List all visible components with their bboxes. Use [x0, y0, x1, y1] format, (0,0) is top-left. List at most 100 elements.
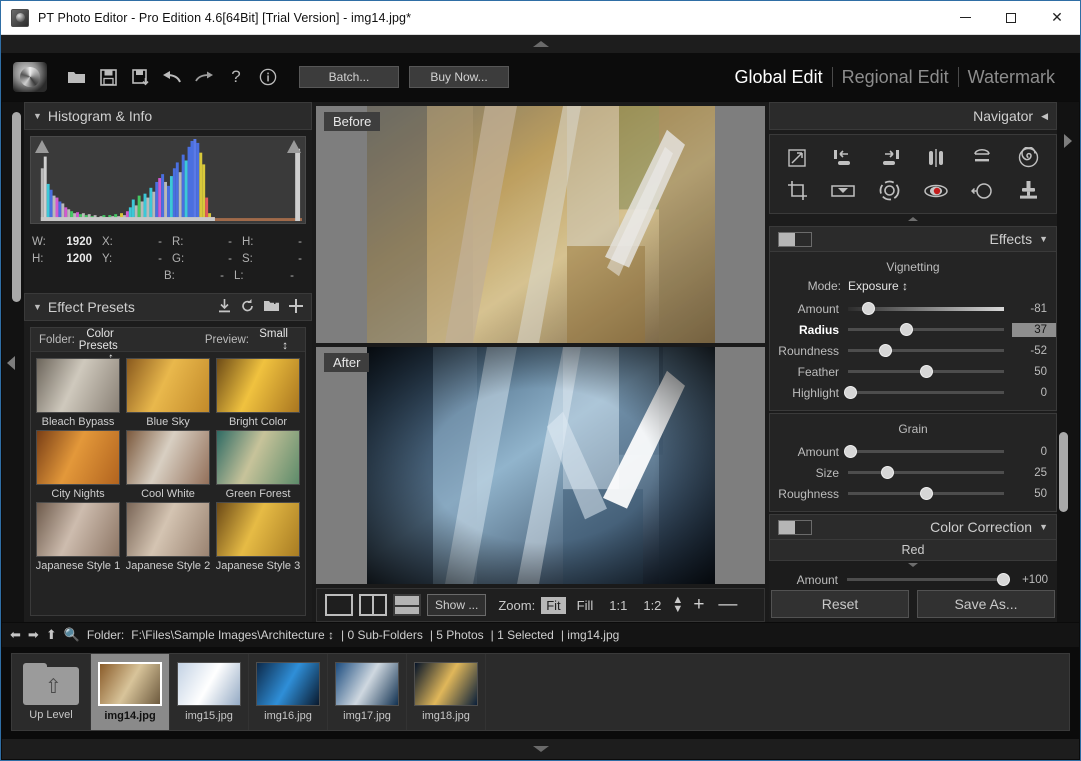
info-icon[interactable]	[253, 62, 283, 92]
histogram-panel-header[interactable]: ▼ Histogram & Info	[24, 102, 312, 130]
save-as-button[interactable]: Save As...	[917, 590, 1055, 618]
slider-knob[interactable]	[920, 487, 933, 500]
filmstrip-item[interactable]: img18.jpg	[407, 654, 486, 730]
add-icon[interactable]	[289, 298, 303, 316]
preset-thumbnail[interactable]	[126, 358, 210, 413]
zoom-stepper[interactable]: ▲ ▼	[672, 595, 683, 615]
flip-horizontal-icon[interactable]	[919, 144, 953, 172]
right-gutter[interactable]	[1057, 102, 1079, 622]
before-preview-pane[interactable]: Before	[316, 106, 765, 343]
tab-global-edit[interactable]: Global Edit	[726, 67, 832, 87]
redo-icon[interactable]	[189, 62, 219, 92]
tab-regional-edit[interactable]: Regional Edit	[831, 67, 958, 87]
slider-track[interactable]	[843, 386, 1004, 399]
crop-icon[interactable]	[780, 177, 814, 205]
chevron-down-icon[interactable]	[908, 563, 918, 567]
undo-icon[interactable]	[157, 62, 187, 92]
filmstrip-item[interactable]: img17.jpg	[328, 654, 407, 730]
slider-track[interactable]	[848, 301, 1004, 315]
preset-thumbnail[interactable]	[36, 430, 120, 485]
clone-stamp-icon[interactable]	[1012, 177, 1046, 205]
filmstrip-thumbnail[interactable]	[98, 662, 162, 706]
slider-knob[interactable]	[997, 573, 1011, 586]
color-channel-label[interactable]: Red	[769, 540, 1057, 561]
zoom-fill-button[interactable]: Fill	[572, 597, 599, 614]
effects-panel-header[interactable]: Effects ▼	[769, 226, 1057, 252]
preset-item[interactable]: Bleach Bypass	[35, 358, 121, 428]
navigator-panel-header[interactable]: Navigator ◀	[769, 102, 1057, 130]
top-collapse-strip[interactable]	[1, 35, 1080, 53]
slider-track[interactable]	[848, 344, 1004, 357]
preset-item[interactable]: Cool White	[125, 430, 211, 500]
histogram-highlight-clip-icon[interactable]	[287, 140, 301, 153]
slider-knob[interactable]	[843, 445, 857, 458]
preset-item[interactable]: Bright Color	[215, 358, 301, 428]
rotate-right-icon[interactable]	[873, 144, 907, 172]
preset-item[interactable]: Blue Sky	[125, 358, 211, 428]
preset-thumbnail[interactable]	[216, 430, 300, 485]
slider-knob[interactable]	[843, 386, 857, 399]
layout-two-up-icon[interactable]	[359, 594, 387, 616]
minimize-button[interactable]	[942, 1, 988, 34]
save-icon[interactable]	[93, 62, 123, 92]
up-level-button[interactable]: ⇧ Up Level	[12, 654, 91, 730]
slider-knob[interactable]	[862, 301, 876, 315]
arrow-right-icon[interactable]: ➡	[28, 627, 39, 643]
layout-split-icon[interactable]	[393, 594, 421, 616]
preset-item[interactable]: Japanese Style 1	[35, 502, 121, 572]
aperture-icon[interactable]	[873, 177, 907, 205]
help-icon[interactable]: ?	[221, 62, 251, 92]
layout-single-icon[interactable]	[325, 594, 353, 616]
batch-button[interactable]: Batch...	[299, 66, 399, 88]
preset-thumbnail[interactable]	[126, 502, 210, 557]
show-button[interactable]: Show ...	[427, 594, 487, 616]
histogram-shadow-clip-icon[interactable]	[35, 140, 49, 153]
close-button[interactable]: ✕	[1034, 1, 1080, 34]
zoom-1-1-button[interactable]: 1:1	[604, 597, 632, 614]
preset-thumbnail[interactable]	[36, 358, 120, 413]
search-icon[interactable]: 🔍	[64, 627, 80, 643]
preset-thumbnail[interactable]	[216, 358, 300, 413]
slider-track[interactable]	[848, 323, 1004, 336]
preset-item[interactable]: Japanese Style 3	[215, 502, 301, 572]
right-panel-scrollbar[interactable]	[1059, 432, 1068, 512]
slider-track[interactable]	[847, 573, 1011, 586]
spiral-icon[interactable]	[1012, 144, 1046, 172]
filmstrip-item[interactable]: img15.jpg	[170, 654, 249, 730]
filmstrip-item[interactable]: img16.jpg	[249, 654, 328, 730]
open-folder-icon[interactable]	[61, 62, 91, 92]
slider-knob[interactable]	[920, 365, 933, 378]
filmstrip-thumbnail[interactable]	[335, 662, 399, 706]
reset-button[interactable]: Reset	[771, 590, 909, 618]
preset-thumbnail[interactable]	[216, 502, 300, 557]
navigator-collapse-handle[interactable]	[769, 214, 1057, 224]
zoom-in-button[interactable]: +	[689, 595, 708, 614]
color-correction-panel-header[interactable]: Color Correction ▼	[769, 514, 1057, 540]
slider-track[interactable]	[843, 445, 1004, 458]
slider-track[interactable]	[848, 487, 1004, 500]
filmstrip-thumbnail[interactable]	[256, 662, 320, 706]
slider-knob[interactable]	[879, 344, 893, 357]
rotate-left-icon[interactable]	[826, 144, 860, 172]
collapse-left-panel-button[interactable]	[7, 356, 15, 370]
tab-watermark[interactable]: Watermark	[957, 67, 1064, 87]
preview-size-dropdown[interactable]: Small ↕	[253, 328, 297, 352]
download-icon[interactable]	[218, 298, 231, 316]
filmstrip-thumbnail[interactable]	[414, 662, 478, 706]
left-panel-scrollbar[interactable]	[12, 112, 21, 302]
after-preview-pane[interactable]: After	[316, 347, 765, 584]
preset-item[interactable]: City Nights	[35, 430, 121, 500]
straighten-icon[interactable]	[826, 177, 860, 205]
slider-track[interactable]	[848, 365, 1004, 378]
bottom-collapse-strip[interactable]	[2, 739, 1079, 759]
color-correction-toggle[interactable]	[778, 519, 812, 535]
preset-thumbnail[interactable]	[36, 502, 120, 557]
refresh-icon[interactable]	[241, 298, 254, 316]
mode-dropdown[interactable]: Exposure ↕	[848, 279, 908, 293]
spot-heal-icon[interactable]	[965, 177, 999, 205]
zoom-out-button[interactable]: —	[714, 595, 741, 614]
folder-path[interactable]: F:\Files\Sample Images\Architecture ↕	[131, 628, 334, 642]
preset-item[interactable]: Japanese Style 2	[125, 502, 211, 572]
filmstrip-item[interactable]: img14.jpg	[91, 654, 170, 730]
preset-thumbnail[interactable]	[126, 430, 210, 485]
